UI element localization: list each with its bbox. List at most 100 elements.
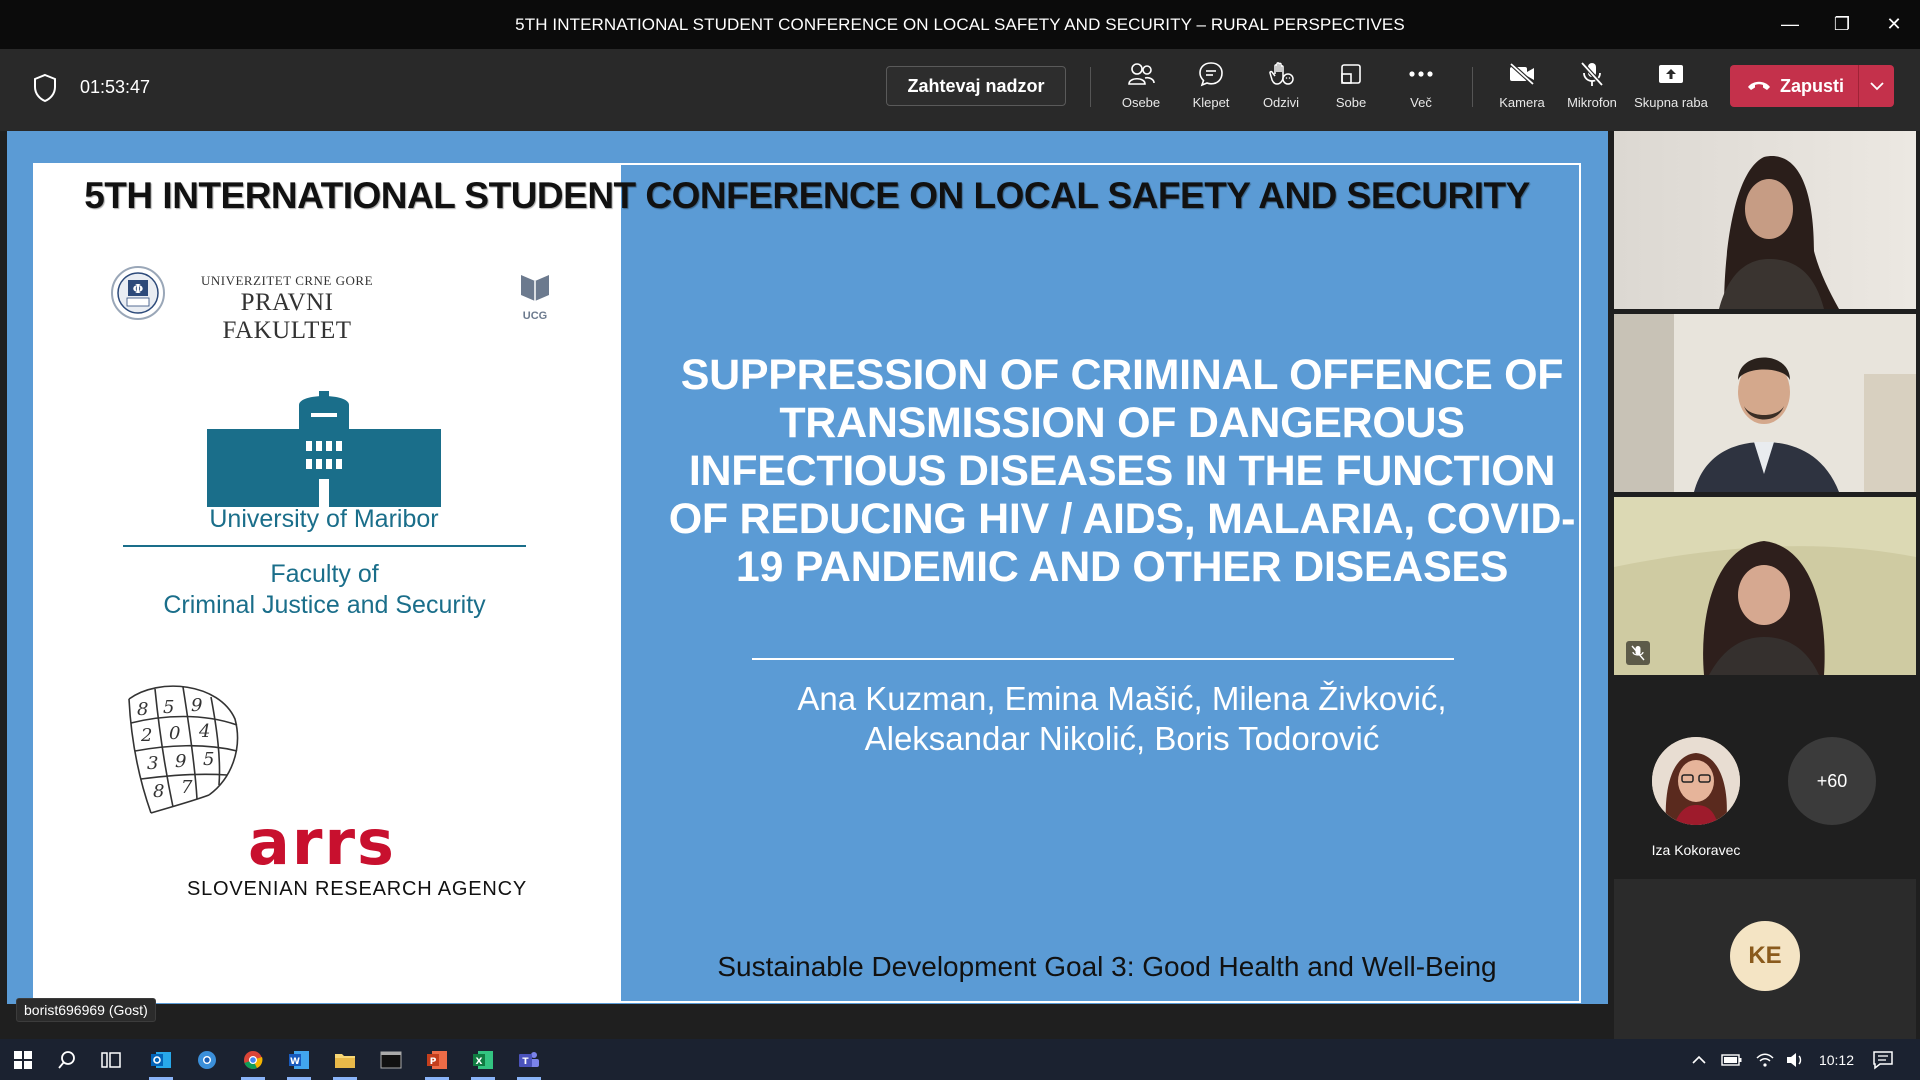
powerpoint-icon: P [427,1051,447,1069]
ucg-crest-logo: Φ [111,266,165,320]
svg-text:8: 8 [137,699,148,720]
svg-text:3: 3 [147,753,158,774]
svg-text:5: 5 [203,749,214,770]
taskbar-terminal[interactable] [376,1045,406,1075]
camera-button[interactable]: Kamera [1487,59,1557,119]
conference-title: 5TH INTERNATIONAL STUDENT CONFERENCE ON … [84,175,1530,216]
taskbar-browser[interactable] [192,1045,222,1075]
meeting-toolbar: 01:53:47 Zahtevaj nadzor Osebe Klepet Od… [0,49,1920,131]
chat-label: Klepet [1192,95,1230,110]
leave-dropdown[interactable] [1859,81,1894,91]
restore-button[interactable]: ❐ [1816,0,1868,49]
window-title: 5TH INTERNATIONAL STUDENT CONFERENCE ON … [515,14,1405,34]
shared-slide: 5TH INTERNATIONAL STUDENT CONFERENCE ON … [7,131,1608,1004]
rooms-label: Sobe [1335,95,1367,110]
rooms-icon [1336,59,1366,89]
notifications-icon[interactable] [1872,1050,1894,1070]
request-control-button[interactable]: Zahtevaj nadzor [886,66,1066,106]
leave-main[interactable]: Zapusti [1730,65,1858,107]
taskbar-clock[interactable]: 10:12 [1819,1052,1854,1068]
close-button[interactable]: ✕ [1868,0,1920,49]
participant-muted-badge [1626,641,1650,665]
teams-icon: T [519,1052,539,1067]
presenter-name-tag: borist696969 (Gost) [16,998,156,1022]
folder-icon [335,1054,355,1068]
participant-name: Iza Kokoravec [1651,842,1741,858]
search-button[interactable] [52,1045,82,1075]
chevron-down-icon [1869,81,1884,90]
people-button[interactable]: Osebe [1106,59,1176,119]
svg-text:W: W [290,1057,300,1067]
taskbar-excel[interactable]: X [468,1045,498,1080]
participant-video-tile[interactable] [1614,497,1916,675]
toolbar-divider [1090,67,1091,107]
authors-line-2: Aleksandar Nikolić, Boris Todorović [864,720,1380,757]
participant-video [1614,497,1916,675]
outlook-icon [151,1052,171,1068]
svg-text:9: 9 [191,695,202,716]
more-label: Več [1410,95,1432,110]
taskbar-file-explorer[interactable] [330,1045,360,1080]
arrs-agency-name: SLOVENIAN RESEARCH AGENCY [186,878,528,900]
camera-off-icon [1507,59,1537,89]
microphone-off-icon [1631,645,1645,661]
reactions-label: Odzivi [1262,95,1300,110]
more-button[interactable]: Več [1386,59,1456,119]
sdg-caption: Sustainable Development Goal 3: Good Hea… [717,951,1497,982]
university-name: University of Maribor [209,505,439,533]
authors: Ana Kuzman, Emina Mašić, Milena Živković… [667,679,1577,759]
participant-initials-tile[interactable]: KE [1614,879,1916,1039]
terminal-icon [380,1051,402,1069]
faculty-line-1: Faculty of [270,560,379,588]
title-divider [752,658,1454,660]
ucg-university-name: UNIVERZITET CRNE GORE [200,273,374,288]
leave-button[interactable]: Zapusti [1730,65,1894,107]
taskbar-outlook[interactable] [146,1045,176,1080]
share-button[interactable]: Skupna raba [1634,59,1708,119]
shield-icon [34,73,56,103]
meeting-stage: 5TH INTERNATIONAL STUDENT CONFERENCE ON … [0,131,1920,1039]
authors-line-1: Ana Kuzman, Emina Mašić, Milena Živković… [797,680,1447,717]
chevron-up-icon[interactable] [1691,1055,1707,1065]
taskbar-chrome[interactable] [238,1045,268,1080]
faculty-name: Faculty of Criminal Justice and Security [123,559,526,621]
svg-text:T: T [522,1057,529,1067]
minimize-button[interactable]: — [1764,0,1816,49]
share-label: Skupna raba [1634,95,1708,110]
participant-video-tile[interactable] [1614,314,1916,492]
participant-avatars-row: Iza Kokoravec +60 [1614,697,1916,873]
camera-label: Kamera [1499,95,1545,110]
ucg-book-logo: UCG [507,271,563,322]
windows-taskbar: W P X T 10:12 [0,1039,1920,1080]
svg-text:9: 9 [175,751,186,772]
chat-button[interactable]: Klepet [1176,59,1246,119]
rooms-button[interactable]: Sobe [1316,59,1386,119]
excel-icon: X [473,1051,493,1069]
leave-label: Zapusti [1780,75,1845,96]
taskbar-word[interactable]: W [284,1045,314,1080]
faculty-line-2: Criminal Justice and Security [163,591,486,619]
volume-icon[interactable] [1785,1052,1805,1068]
participant-video [1614,131,1916,309]
svg-text:7: 7 [181,777,193,798]
start-button[interactable] [8,1045,38,1075]
more-icon [1406,59,1436,89]
ucg-mark-text: UCG [522,310,548,322]
task-view-button[interactable] [96,1045,126,1075]
ucg-faculty-name: PRAVNI FAKULTET [222,289,352,344]
microphone-off-icon [1577,59,1607,89]
taskbar-powerpoint[interactable]: P [422,1045,452,1080]
wifi-icon[interactable] [1755,1052,1775,1068]
battery-icon[interactable] [1721,1053,1743,1066]
more-participants-button[interactable]: +60 [1788,737,1876,825]
participant-video-tile[interactable] [1614,131,1916,309]
hang-up-icon [1748,81,1770,90]
participant-avatar[interactable] [1652,737,1740,825]
svg-text:X: X [476,1057,483,1067]
svg-text:P: P [430,1057,437,1067]
reactions-button[interactable]: Odzivi [1246,59,1316,119]
word-icon: W [289,1051,309,1069]
taskbar-teams[interactable]: T [514,1045,544,1080]
microphone-button[interactable]: Mikrofon [1557,59,1627,119]
participant-video [1614,314,1916,492]
